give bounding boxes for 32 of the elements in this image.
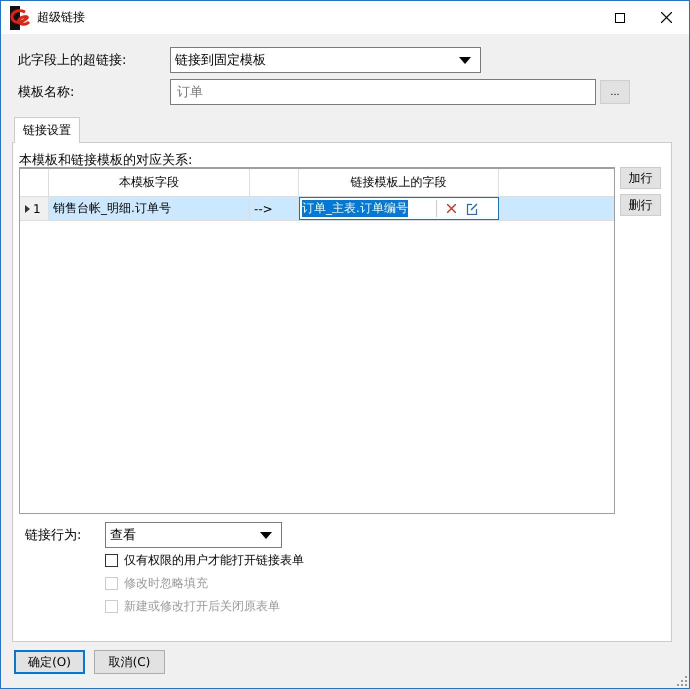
caret-icon: [459, 56, 471, 64]
app-logo-icon: [7, 6, 31, 30]
section-label: 本模板和链接模板的对应关系:: [19, 152, 194, 167]
column-header: 本模板字段: [49, 169, 250, 196]
dialog-button[interactable]: 取消(C): [94, 650, 165, 674]
table-row[interactable]: 1 销售台帐_明细.订单号 --> 订单_主表.订单编号: [20, 197, 614, 221]
checkbox-label: 仅有权限的用户才能打开链接表单: [124, 552, 304, 569]
input-field[interactable]: 订单: [170, 79, 596, 105]
field-label: 模板名称:: [17, 84, 76, 101]
tab[interactable]: 链接设置: [14, 117, 80, 143]
row-number: 1: [33, 202, 41, 216]
checkbox-label: 新建或修改打开后关闭原表单: [124, 598, 280, 615]
row-pointer-icon: [25, 204, 30, 212]
side-button[interactable]: 删行: [620, 194, 661, 216]
dropdown[interactable]: 链接到固定模板: [170, 47, 481, 73]
maximize-icon: [615, 12, 625, 22]
table-cell: 销售台帐_明细.订单号: [49, 197, 250, 220]
caret-icon: [260, 532, 272, 538]
clear-icon[interactable]: [447, 204, 456, 213]
field-label: 此字段上的超链接:: [17, 52, 128, 69]
side-button[interactable]: 加行: [620, 167, 661, 189]
edit-icon[interactable]: [466, 202, 478, 214]
dropdown[interactable]: 查看: [105, 522, 282, 548]
checkbox[interactable]: [105, 554, 118, 567]
browse-button[interactable]: ...: [600, 80, 630, 104]
close-icon: [660, 12, 672, 23]
checkbox-label: 修改时忽略填充: [124, 575, 208, 592]
column-header: 链接模板上的字段: [299, 169, 499, 196]
resize-grip-icon[interactable]: [677, 676, 687, 686]
window-title: 超级链接: [37, 9, 85, 26]
dialog-button[interactable]: 确定(O): [14, 650, 85, 674]
field-label: 链接行为:: [24, 527, 82, 544]
